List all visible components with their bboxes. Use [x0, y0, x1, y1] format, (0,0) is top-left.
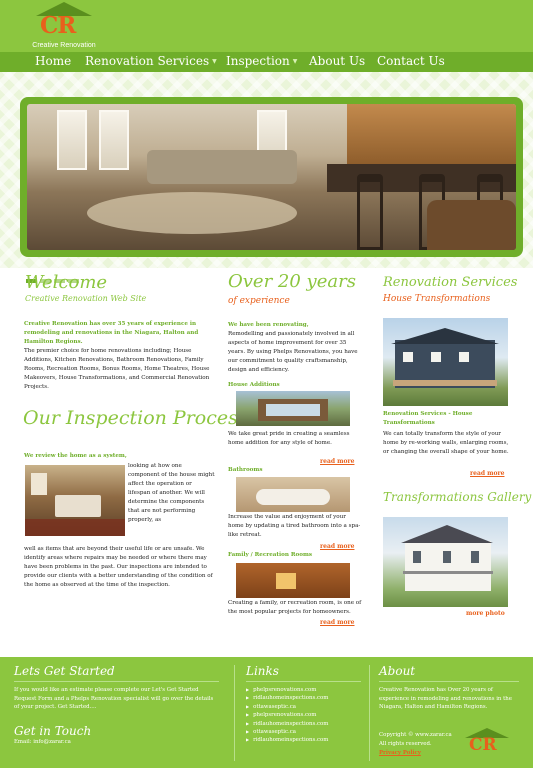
house-additions-text: We take great pride in creating a seamle… [228, 431, 350, 446]
bullet-icon: ▶ [246, 695, 250, 701]
gallery-title: Transformations Gallery [383, 490, 532, 504]
gallery-house-image[interactable] [383, 517, 508, 607]
footer-about-text: Creative Renovation has Over 20 years of… [379, 687, 512, 711]
house-transformation-image [383, 318, 508, 406]
footer-start-text: If you would like an estimate please com… [14, 687, 214, 711]
bullet-icon: ▶ [246, 720, 250, 726]
bathrooms-text: Increase the value and enjoyment of your… [228, 514, 361, 538]
footer-links-title: Links [246, 664, 279, 678]
bedroom-image [25, 465, 125, 536]
bathroom-image [236, 477, 350, 512]
bullet-icon: ▶ [246, 712, 250, 718]
services-read-more[interactable]: read more [470, 470, 504, 477]
nav-about-us[interactable]: About Us [309, 54, 365, 68]
inspection-body: well as items that are beyond their usef… [24, 546, 213, 588]
family-rooms-read-more[interactable]: read more [320, 619, 354, 626]
footer-logo: CR [459, 728, 517, 768]
site-logo[interactable]: CR Creative Renovation [28, 2, 100, 50]
footer-copyright: Copyright © www.zarar.ca [379, 732, 452, 738]
footer-about-title: About [379, 664, 416, 678]
bullet-icon: ▶ [246, 728, 250, 734]
footer-separator [234, 665, 235, 761]
footer-link[interactable]: ▶ ottawaseptic.ca [246, 728, 328, 736]
inspection-wrap-text: looking at how one component of the hous… [128, 463, 215, 523]
nav-renovation-services[interactable]: Renovation Services ▼ [85, 54, 217, 68]
footer-link[interactable]: ▶ ridlauhomeinspections.com [246, 736, 328, 744]
experience-title: Over 20 years [228, 271, 356, 292]
family-room-image [236, 563, 350, 598]
footer-divider [246, 681, 361, 682]
footer-link[interactable]: ▶ ridlauhomeinspections.com [246, 694, 328, 702]
chevron-down-icon: ▼ [292, 58, 298, 65]
bathrooms-heading: Bathrooms [228, 467, 263, 473]
hero-living-room-image [27, 104, 516, 250]
footer-start-title: Lets Get Started [14, 664, 115, 678]
footer-links-list: ▶ phelpsrenovations.com ▶ ridlauhomeinspec… [246, 686, 328, 745]
site-header: CR Creative Renovation [0, 0, 533, 52]
footer-rights: All rights reserved. [379, 741, 432, 747]
privacy-policy-link[interactable]: Privacy Policy [379, 749, 421, 758]
footer-link[interactable]: ▶ ridlauhomeinspections.com [246, 720, 328, 728]
more-photo-link[interactable]: more photo [466, 610, 505, 617]
footer-separator [369, 665, 370, 761]
footer-link[interactable]: ▶ phelpsrenovations.com [246, 711, 328, 719]
experience-lead: We have been renovating, [228, 322, 309, 328]
nav-inspection[interactable]: Inspection ▼ [226, 54, 297, 68]
nav-contact-us[interactable]: Contact Us [377, 54, 445, 68]
footer-link[interactable]: ▶ phelpsrenovations.com [246, 686, 328, 694]
logo-letters: CR [40, 12, 76, 39]
bullet-icon: ▶ [246, 737, 250, 743]
services-heading: Renovation Services - House Transformati… [383, 411, 473, 426]
footer-touch-title: Get in Touch [14, 724, 92, 738]
footer-logo-letters: CR [469, 735, 497, 755]
welcome-body: The premier choice for home renovations … [24, 348, 210, 390]
house-additions-heading: House Additions [228, 382, 280, 388]
bullet-icon: ▶ [246, 703, 250, 709]
footer-divider [379, 681, 519, 682]
welcome-intro: Creative Renovation has over 35 years of… [24, 321, 199, 345]
family-rooms-heading: Family / Recreation Rooms [228, 552, 313, 558]
services-title: Renovation Services [383, 275, 518, 290]
family-rooms-text: Creating a family, or recreation room, i… [228, 600, 362, 615]
footer-link[interactable]: ▶ ottawaseptic.ca [246, 703, 328, 711]
logo-tagline: Creative Renovation [32, 42, 96, 49]
experience-body: Remodelling and passionately involved in… [228, 331, 358, 373]
main-nav: Home Renovation Services ▼ Inspection ▼ Ab… [0, 52, 533, 72]
footer-divider [14, 681, 219, 682]
house-addition-image [236, 391, 350, 426]
inspection-title: Our Inspection Process [23, 407, 248, 429]
inspection-lead: We review the home as a system, [24, 453, 127, 459]
house-additions-read-more[interactable]: read more [320, 458, 354, 465]
nav-home[interactable]: Home [35, 54, 71, 68]
experience-subtitle: of experience [228, 296, 290, 306]
services-text: We can totally transform the style of yo… [383, 431, 509, 455]
chevron-down-icon: ▼ [212, 58, 217, 65]
services-subtitle: House Transformations [383, 294, 491, 304]
footer-email[interactable]: Email: info@zarar.ca [14, 738, 71, 747]
welcome-subtitle: Creative Renovation Web Site [25, 294, 147, 303]
bullet-icon: ▶ [246, 687, 250, 692]
welcome-title: Welcome [25, 272, 108, 293]
bathrooms-read-more[interactable]: read more [320, 543, 354, 550]
